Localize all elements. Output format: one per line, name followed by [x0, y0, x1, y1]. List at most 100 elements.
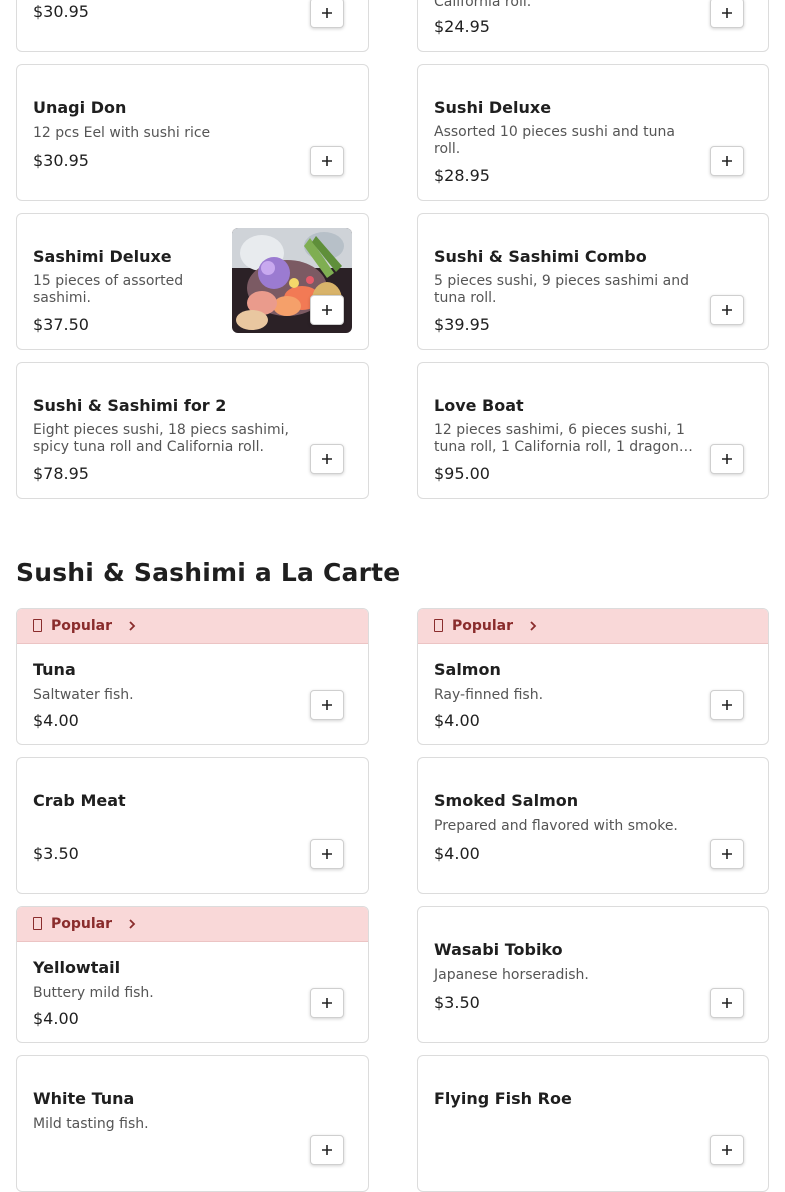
item-description: 15 pieces of assorted sashimi. [33, 273, 184, 306]
plus-icon [722, 700, 732, 710]
add-item-button[interactable] [710, 0, 744, 28]
item-price: $30.95 [33, 151, 89, 170]
menu-item-card[interactable]: Popular Salmon Ray-finned fish. $4.00 [417, 608, 769, 745]
menu-item-card[interactable]: Flying Fish Roe [417, 1055, 769, 1192]
item-description: Buttery mild fish. [33, 985, 154, 1001]
add-item-button[interactable] [310, 988, 344, 1018]
add-item-button[interactable] [710, 146, 744, 176]
item-name: Salmon [434, 660, 501, 679]
item-price: $4.00 [434, 711, 480, 730]
plus-icon [722, 849, 732, 859]
section-title: Sushi & Sashimi a La Carte [16, 558, 401, 587]
add-item-button[interactable] [710, 839, 744, 869]
menu-item-card[interactable]: Sushi & Sashimi Combo 5 pieces sushi, 9 … [417, 213, 769, 350]
menu-item-card[interactable]: Unagi Don 12 pcs Eel with sushi rice $30… [16, 64, 369, 201]
chevron-right-icon [129, 621, 136, 631]
menu-item-card[interactable]: Sushi Deluxe Assorted 10 pieces sushi an… [417, 64, 769, 201]
item-price: $28.95 [434, 166, 490, 185]
item-description: Mild tasting fish. [33, 1116, 149, 1132]
item-price: $4.00 [33, 1009, 79, 1028]
item-price: $39.95 [434, 315, 490, 334]
item-price: $24.95 [434, 17, 490, 36]
item-description: Saltwater fish. [33, 687, 134, 703]
add-item-button[interactable] [710, 690, 744, 720]
popular-label: Popular [452, 618, 514, 634]
popular-icon [33, 619, 42, 632]
popular-icon [33, 917, 42, 930]
add-item-button[interactable] [710, 1135, 744, 1165]
item-name: Love Boat [434, 396, 524, 415]
plus-icon [322, 849, 332, 859]
menu-item-card[interactable]: $30.95 [16, 0, 369, 52]
popular-label: Popular [51, 618, 113, 634]
plus-icon [722, 998, 732, 1008]
popular-icon [434, 619, 443, 632]
item-name: White Tuna [33, 1089, 135, 1108]
item-price: $95.00 [434, 464, 490, 483]
menu-item-card[interactable]: White Tuna Mild tasting fish. [16, 1055, 369, 1192]
add-item-button[interactable] [310, 295, 344, 325]
plus-icon [322, 700, 332, 710]
plus-icon [722, 1145, 732, 1155]
menu-item-card[interactable]: Crab Meat $3.50 [16, 757, 369, 894]
item-price: $30.95 [33, 2, 89, 21]
add-item-button[interactable] [310, 839, 344, 869]
item-description: Assorted 10 pieces sushi and tuna roll. [434, 124, 675, 157]
item-description: Prepared and flavored with smoke. [434, 818, 678, 834]
popular-label: Popular [51, 916, 113, 932]
add-item-button[interactable] [710, 295, 744, 325]
popular-badge[interactable]: Popular [17, 609, 368, 644]
add-item-button[interactable] [310, 1135, 344, 1165]
add-item-button[interactable] [310, 690, 344, 720]
item-name: Flying Fish Roe [434, 1089, 572, 1108]
item-price: $3.50 [434, 993, 480, 1012]
item-name: Sushi & Sashimi Combo [434, 247, 647, 266]
item-name: Sushi Deluxe [434, 98, 552, 117]
item-description: Eight pieces sushi, 18 piecs sashimi, sp… [33, 422, 290, 455]
item-name: Tuna [33, 660, 76, 679]
item-description: 5 pieces sushi, 9 pieces sashimi and tun… [434, 273, 689, 306]
menu-item-card[interactable]: Popular Tuna Saltwater fish. $4.00 [16, 608, 369, 745]
popular-badge[interactable]: Popular [17, 907, 368, 942]
item-name: Sashimi Deluxe [33, 247, 172, 266]
item-description: 12 pieces sashimi, 6 pieces sushi, 1 tun… [434, 422, 693, 455]
chevron-right-icon [530, 621, 537, 631]
item-description: Ray-finned fish. [434, 687, 544, 703]
item-price: $4.00 [33, 711, 79, 730]
item-name: Sushi & Sashimi for 2 [33, 396, 227, 415]
plus-icon [722, 8, 732, 18]
add-item-button[interactable] [710, 444, 744, 474]
menu-item-card[interactable]: Popular Yellowtail Buttery mild fish. $4… [16, 906, 369, 1043]
item-name: Smoked Salmon [434, 791, 579, 810]
item-description: Japanese horseradish. [434, 967, 589, 983]
add-item-button[interactable] [310, 444, 344, 474]
item-description: California roll. [434, 0, 532, 10]
menu-item-card[interactable]: Love Boat 12 pieces sashimi, 6 pieces su… [417, 362, 769, 499]
item-price: $78.95 [33, 464, 89, 483]
menu-item-card[interactable]: Sashimi Deluxe 15 pieces of assorted sas… [16, 213, 369, 350]
add-item-button[interactable] [710, 988, 744, 1018]
menu-item-card[interactable]: Sushi & Sashimi for 2 Eight pieces sushi… [16, 362, 369, 499]
menu-item-card[interactable]: Smoked Salmon Prepared and flavored with… [417, 757, 769, 894]
item-name: Yellowtail [33, 958, 121, 977]
item-description: 12 pcs Eel with sushi rice [33, 125, 211, 141]
item-price: $3.50 [33, 844, 79, 863]
add-item-button[interactable] [310, 0, 344, 28]
item-price: $37.50 [33, 315, 89, 334]
add-item-button[interactable] [310, 146, 344, 176]
plus-icon [722, 305, 732, 315]
plus-icon [322, 8, 332, 18]
item-price: $4.00 [434, 844, 480, 863]
item-name: Crab Meat [33, 791, 126, 810]
plus-icon [322, 305, 332, 315]
menu-item-card[interactable]: California roll. $24.95 [417, 0, 769, 52]
plus-icon [722, 454, 732, 464]
plus-icon [322, 998, 332, 1008]
menu-item-card[interactable]: Wasabi Tobiko Japanese horseradish. $3.5… [417, 906, 769, 1043]
plus-icon [322, 156, 332, 166]
plus-icon [322, 1145, 332, 1155]
popular-badge[interactable]: Popular [418, 609, 768, 644]
item-name: Wasabi Tobiko [434, 940, 563, 959]
plus-icon [322, 454, 332, 464]
chevron-right-icon [129, 919, 136, 929]
